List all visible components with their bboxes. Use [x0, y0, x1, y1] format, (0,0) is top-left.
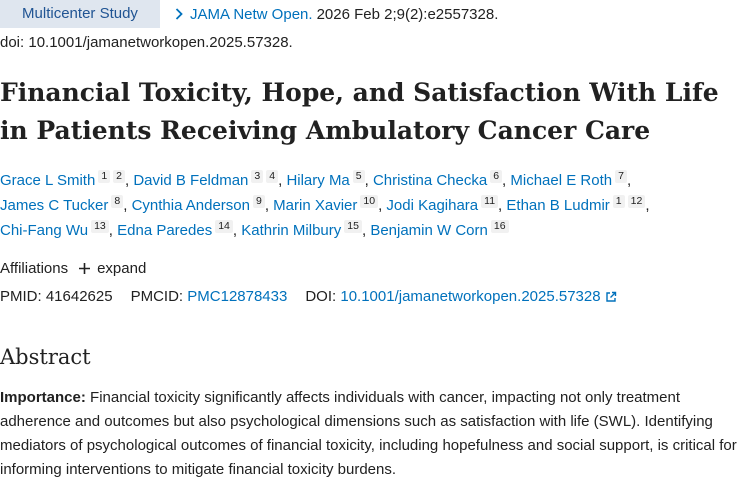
- publication-type-badge[interactable]: Multicenter Study: [0, 0, 160, 28]
- author-name-link[interactable]: Hilary Ma: [286, 172, 349, 189]
- affiliation-number[interactable]: 8: [111, 195, 124, 208]
- affiliation-number[interactable]: 15: [344, 220, 362, 233]
- author-item: Christina Checka 6: [373, 170, 503, 189]
- affiliation-number[interactable]: 16: [490, 220, 509, 233]
- author-name-link[interactable]: Grace L Smith: [0, 172, 95, 189]
- affiliation-number[interactable]: 11: [481, 195, 499, 208]
- expand-affiliations-button[interactable]: expand: [78, 260, 146, 277]
- pmcid-link[interactable]: PMC12878433: [187, 288, 287, 305]
- citation-details: 2026 Feb 2;9(2):e2557328.: [316, 5, 499, 23]
- pmid-value: 41642625: [45, 288, 113, 305]
- affiliation-number[interactable]: 13: [91, 220, 109, 233]
- author-item: Ethan B Ludmir 1 12: [506, 195, 646, 214]
- affiliation-number[interactable]: 1: [612, 195, 625, 208]
- affiliations-label: Affiliations: [0, 260, 69, 277]
- journal-link[interactable]: JAMA Netw Open.: [190, 6, 313, 23]
- author-name-link[interactable]: Edna Paredes: [117, 222, 212, 239]
- importance-text: Financial toxicity significantly affects…: [0, 389, 737, 478]
- affiliation-number[interactable]: 10: [360, 195, 379, 208]
- author-item: Benjamin W Corn 16: [370, 220, 509, 239]
- pmcid-label: PMCID:: [130, 288, 184, 305]
- affiliation-number[interactable]: 1: [98, 170, 111, 183]
- author-name-link[interactable]: Chi-Fang Wu: [0, 222, 88, 239]
- author-name-link[interactable]: Jodi Kagihara: [386, 197, 478, 214]
- author-item: James C Tucker 8: [0, 195, 124, 214]
- doi-link[interactable]: 10.1001/jamanetworkopen.2025.57328: [340, 288, 600, 305]
- affiliation-number[interactable]: 9: [252, 195, 265, 208]
- citation-header: Multicenter Study JAMA Netw Open. 2026 F…: [0, 0, 750, 28]
- author-item: Edna Paredes 14: [117, 220, 233, 239]
- author-name-link[interactable]: Marin Xavier: [273, 197, 357, 214]
- affiliation-number[interactable]: 14: [215, 220, 233, 233]
- author-item: Hilary Ma 5: [286, 170, 365, 189]
- chevron-right-icon[interactable]: [172, 7, 186, 21]
- author-item: Kathrin Milbury 15: [241, 220, 362, 239]
- author-name-link[interactable]: Ethan B Ludmir: [506, 197, 609, 214]
- article-title: Financial Toxicity, Hope, and Satisfacti…: [0, 78, 719, 145]
- journal-citation: JAMA Netw Open. 2026 Feb 2;9(2):e2557328…: [172, 6, 498, 23]
- author-item: David B Feldman 3 4: [133, 170, 279, 189]
- abstract-heading: Abstract: [0, 345, 91, 369]
- affiliation-number[interactable]: 2: [113, 170, 125, 183]
- affiliation-number[interactable]: 7: [615, 170, 627, 183]
- affiliation-number[interactable]: 5: [352, 170, 365, 183]
- pmid-label: PMID:: [0, 288, 42, 305]
- author-name-link[interactable]: Michael E Roth: [510, 172, 612, 189]
- author-item: Michael E Roth 7: [510, 170, 627, 189]
- author-name-link[interactable]: James C Tucker: [0, 197, 108, 214]
- author-name-link[interactable]: Christina Checka: [373, 172, 487, 189]
- external-link-icon[interactable]: [605, 291, 617, 303]
- author-item: Jodi Kagihara 11: [386, 195, 499, 214]
- affiliations-row: Affiliations expand: [0, 260, 146, 277]
- abstract-importance: Importance: Financial toxicity significa…: [0, 386, 740, 482]
- author-item: Marin Xavier 10: [273, 195, 379, 214]
- importance-label: Importance:: [0, 389, 86, 406]
- affiliation-number[interactable]: 3: [251, 170, 264, 183]
- author-item: Cynthia Anderson 9: [132, 195, 265, 214]
- doi-label: DOI:: [305, 288, 337, 305]
- authors-list: Grace L Smith 1 2, David B Feldman 3 4, Hila…: [0, 170, 650, 239]
- author-name-link[interactable]: Benjamin W Corn: [370, 222, 488, 239]
- expand-label: expand: [97, 260, 147, 277]
- affiliation-number[interactable]: 6: [490, 170, 503, 183]
- author-item: Grace L Smith 1 2: [0, 170, 125, 189]
- plus-icon: [79, 263, 91, 274]
- affiliation-number[interactable]: 12: [627, 195, 646, 208]
- author-name-link[interactable]: Kathrin Milbury: [241, 222, 341, 239]
- affiliation-number[interactable]: 4: [266, 170, 279, 183]
- citation-doi: doi: 10.1001/jamanetworkopen.2025.57328.: [0, 34, 293, 51]
- author-item: Chi-Fang Wu 13: [0, 220, 109, 239]
- author-name-link[interactable]: David B Feldman: [133, 172, 248, 189]
- author-name-link[interactable]: Cynthia Anderson: [132, 197, 250, 214]
- identifiers-row: PMID: 41642625 PMCID: PMC12878433 DOI: 1…: [0, 288, 617, 305]
